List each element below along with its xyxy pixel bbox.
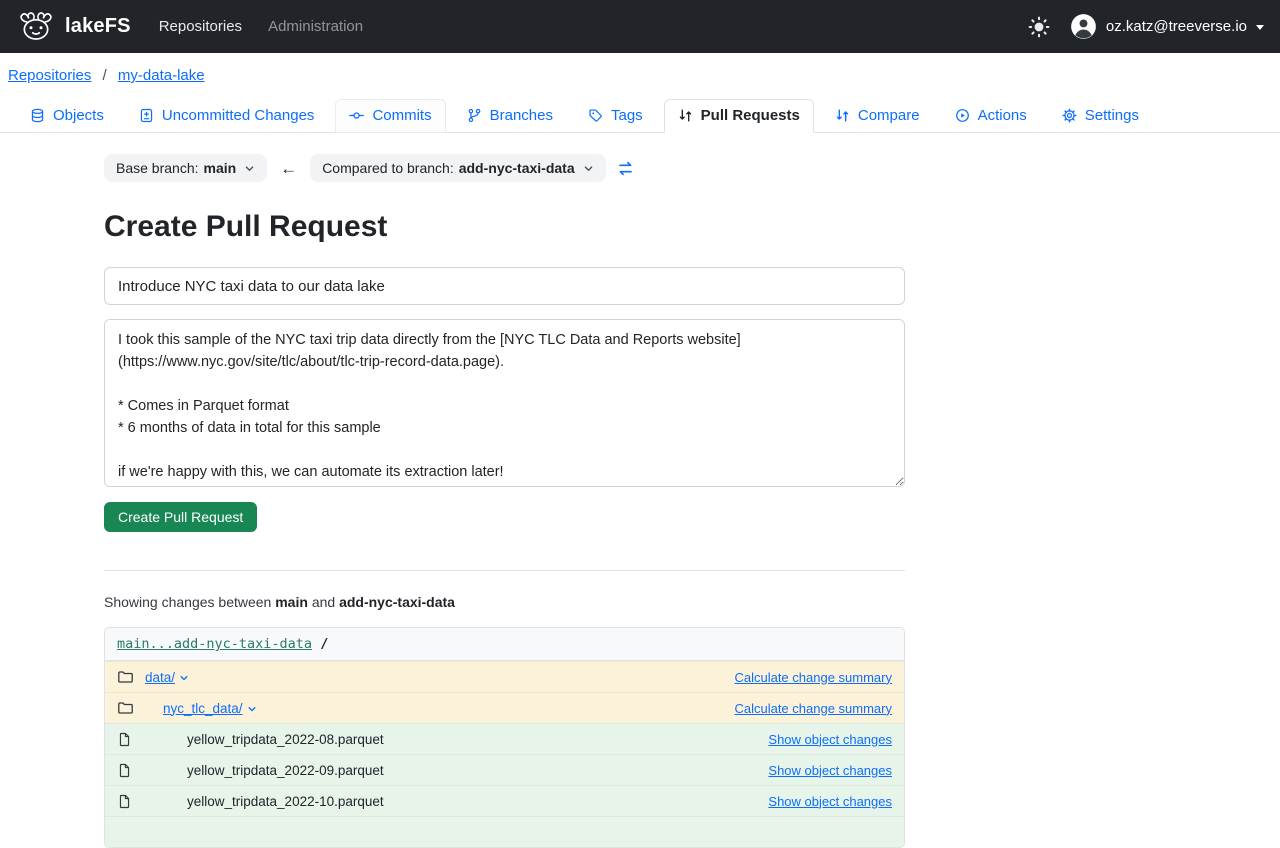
section-divider [104, 570, 905, 571]
chevron-down-icon [583, 163, 594, 174]
compare-bar: Base branch: main ← Compared to branch: … [104, 154, 905, 182]
chevron-down-icon[interactable] [247, 704, 257, 714]
tab-settings[interactable]: Settings [1048, 99, 1153, 133]
changes-note-compared-branch: add-nyc-taxi-data [339, 594, 455, 610]
git-branch-icon [467, 108, 482, 123]
git-compare-icon [835, 108, 850, 123]
direction-arrow: ← [280, 160, 297, 177]
file-icon [117, 794, 132, 809]
table-row-folder-data: data/ Calculate change summary [105, 661, 904, 692]
changes-summary-note: Showing changes between main and add-nyc… [104, 594, 905, 610]
gear-icon [1062, 108, 1077, 123]
tab-pull-requests[interactable]: Pull Requests [664, 99, 814, 133]
ref-range-link[interactable]: main...add-nyc-taxi-data [117, 636, 312, 652]
chevron-down-icon[interactable] [179, 673, 189, 683]
folder-link[interactable]: data/ [145, 670, 175, 685]
show-object-changes-link[interactable]: Show object changes [768, 794, 892, 809]
user-email: oz.katz@treeverse.io [1106, 18, 1247, 35]
create-pull-request-button[interactable]: Create Pull Request [104, 502, 257, 532]
tab-label: Branches [490, 107, 553, 124]
table-row-file-2022-09: yellow_tripdata_2022-09.parquet Show obj… [105, 754, 904, 785]
changes-note-prefix: Showing changes between [104, 594, 271, 610]
show-object-changes-link[interactable]: Show object changes [768, 732, 892, 747]
play-circle-icon [955, 108, 970, 123]
tab-branches[interactable]: Branches [453, 99, 567, 133]
navbar-item-administration[interactable]: Administration [268, 18, 363, 35]
brand-name[interactable]: lakeFS [65, 15, 131, 38]
base-branch-selector[interactable]: Base branch: main [104, 154, 267, 182]
pr-description-textarea[interactable]: I took this sample of the NYC taxi trip … [104, 319, 905, 487]
tab-label: Actions [978, 107, 1027, 124]
folder-icon [117, 700, 133, 716]
page-title: Create Pull Request [104, 209, 905, 245]
commit-icon [349, 108, 364, 123]
changes-table: main...add-nyc-taxi-data / data/ Calcula… [104, 627, 905, 848]
navbar-links: Repositories Administration [159, 18, 363, 35]
changes-table-header: main...add-nyc-taxi-data / [105, 628, 904, 661]
database-icon [30, 108, 45, 123]
sun-icon[interactable] [1028, 16, 1050, 38]
tab-objects[interactable]: Objects [16, 99, 118, 133]
axolotl-logo-icon [16, 11, 56, 42]
navbar-item-repositories[interactable]: Repositories [159, 18, 242, 35]
breadcrumb: Repositories / my-data-lake [0, 53, 1280, 99]
table-row-file-2022-08: yellow_tripdata_2022-08.parquet Show obj… [105, 723, 904, 754]
swap-arrows-icon[interactable] [617, 160, 634, 177]
person-icon [1070, 13, 1097, 40]
table-row-folder-nyc-tlc-data: nyc_tlc_data/ Calculate change summary [105, 692, 904, 723]
tab-label: Uncommitted Changes [162, 107, 315, 124]
tab-commits[interactable]: Commits [335, 99, 445, 133]
tab-label: Pull Requests [701, 107, 800, 124]
compared-branch-selector[interactable]: Compared to branch: add-nyc-taxi-data [310, 154, 605, 182]
folder-link[interactable]: nyc_tlc_data/ [163, 701, 243, 716]
pull-request-create-panel: Base branch: main ← Compared to branch: … [104, 154, 905, 848]
pr-title-input[interactable] [104, 267, 905, 305]
tag-icon [588, 108, 603, 123]
calculate-change-summary-link[interactable]: Calculate change summary [734, 701, 892, 716]
user-menu[interactable]: oz.katz@treeverse.io [1070, 13, 1264, 40]
chevron-down-icon [244, 163, 255, 174]
base-branch-name: main [204, 160, 237, 176]
compared-branch-name: add-nyc-taxi-data [459, 160, 575, 176]
tab-compare[interactable]: Compare [821, 99, 934, 133]
tab-actions[interactable]: Actions [941, 99, 1041, 133]
base-branch-label: Base branch: [116, 160, 199, 176]
table-row-partial [105, 816, 904, 847]
repo-tab-bar: Objects Uncommitted Changes Commits [0, 99, 1280, 133]
file-name: yellow_tripdata_2022-10.parquet [187, 794, 384, 809]
file-icon [117, 763, 132, 778]
tab-label: Objects [53, 107, 104, 124]
breadcrumb-separator: / [103, 67, 107, 84]
tab-label: Compare [858, 107, 920, 124]
changes-note-conjunction: and [312, 594, 335, 610]
chevron-down-icon [1256, 25, 1264, 30]
show-object-changes-link[interactable]: Show object changes [768, 763, 892, 778]
file-diff-icon [139, 108, 154, 123]
tab-label: Commits [372, 107, 431, 124]
tab-label: Tags [611, 107, 643, 124]
ref-path: / [320, 636, 328, 652]
top-navbar: lakeFS Repositories Administration oz.ka… [0, 0, 1280, 53]
breadcrumb-repo-link[interactable]: my-data-lake [118, 67, 205, 84]
tab-uncommitted-changes[interactable]: Uncommitted Changes [125, 99, 329, 133]
navbar-right: oz.katz@treeverse.io [1028, 13, 1264, 40]
file-name: yellow_tripdata_2022-08.parquet [187, 732, 384, 747]
tab-label: Settings [1085, 107, 1139, 124]
changes-note-base-branch: main [275, 594, 308, 610]
breadcrumb-repositories-link[interactable]: Repositories [8, 67, 91, 84]
file-name: yellow_tripdata_2022-09.parquet [187, 763, 384, 778]
compared-branch-label: Compared to branch: [322, 160, 454, 176]
table-row-file-2022-10: yellow_tripdata_2022-10.parquet Show obj… [105, 785, 904, 816]
calculate-change-summary-link[interactable]: Calculate change summary [734, 670, 892, 685]
folder-icon [117, 669, 133, 685]
file-icon [117, 732, 132, 747]
git-pull-request-icon [678, 108, 693, 123]
brand[interactable]: lakeFS [16, 11, 131, 42]
tab-tags[interactable]: Tags [574, 99, 657, 133]
